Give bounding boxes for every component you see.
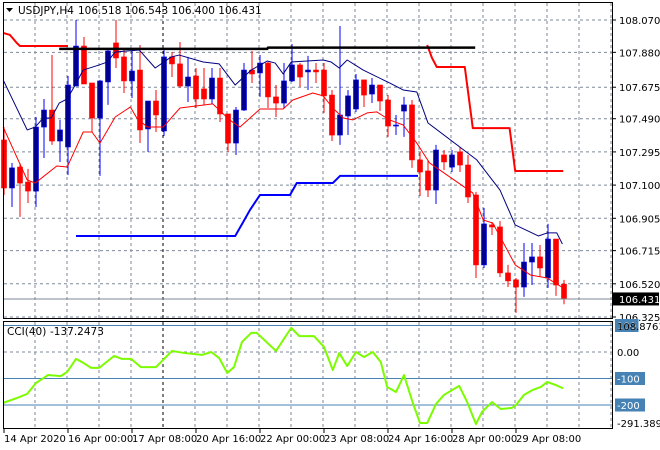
price-axis-label: 107.490 — [619, 115, 660, 126]
candle-body — [409, 104, 415, 161]
cci-axis-label: 0.00 — [617, 348, 639, 359]
candle-body — [121, 56, 127, 82]
candle-body — [289, 64, 295, 82]
candle-body — [417, 159, 423, 173]
price-axis-label: 107.295 — [619, 148, 660, 159]
price-axis-label: 107.675 — [619, 83, 660, 94]
candle-body — [297, 64, 303, 78]
candle-body — [441, 154, 447, 163]
candle-body — [385, 99, 391, 127]
candle-body — [305, 69, 311, 73]
trading-chart[interactable]: 108.070 107.880 107.675 107.490 107.295 107.1… — [0, 0, 660, 450]
candle-body — [545, 238, 551, 279]
candle-body — [209, 77, 215, 100]
candle-body — [81, 45, 87, 85]
candle-body — [313, 69, 319, 73]
time-axis-label: 23 Apr 08:00 — [324, 434, 389, 445]
bearish-candle — [329, 89, 335, 142]
candle-body — [457, 151, 463, 166]
time-axis-label: 22 Apr 00:00 — [260, 434, 325, 445]
candle-body — [105, 50, 111, 83]
bullish-candle — [353, 73, 359, 112]
candle-body — [513, 279, 519, 288]
candle-body — [281, 80, 287, 104]
time-axis-label: 17 Apr 08:00 — [132, 434, 197, 445]
candle-body — [177, 63, 183, 87]
candle-body — [113, 42, 119, 59]
time-axis-label: 20 Apr 16:00 — [196, 434, 261, 445]
time-axis-label: 16 Apr 00:00 — [68, 434, 133, 445]
price-axis-label: 106.905 — [619, 214, 660, 225]
candle-body — [465, 164, 471, 198]
price-axis-label: 106.715 — [619, 247, 660, 258]
candle-body — [241, 69, 247, 111]
candle-body — [377, 84, 383, 102]
candle-body — [553, 238, 559, 286]
candle-body — [425, 170, 431, 191]
price-axis-label: 106.520 — [619, 280, 660, 291]
candle-body — [361, 79, 367, 96]
price-axis-label: 107.100 — [619, 181, 660, 192]
candle-body — [337, 114, 343, 136]
candle-body — [161, 56, 167, 132]
candle-body — [369, 84, 375, 95]
candle-body — [49, 109, 55, 142]
time-axis-label: 24 Apr 16:00 — [388, 434, 453, 445]
candle-body — [9, 167, 15, 189]
price-axis-label: 107.880 — [619, 48, 660, 59]
candle-body — [433, 149, 439, 191]
time-axis-label: 14 Apr 2020 — [4, 434, 66, 445]
candle-body — [193, 75, 199, 100]
candle-body — [321, 69, 327, 97]
candle-body — [25, 181, 31, 192]
candle-body — [505, 272, 511, 282]
candle-body — [353, 79, 359, 110]
candle-body — [97, 80, 103, 119]
candle-body — [449, 154, 455, 168]
time-axis-label: 28 Apr 00:00 — [452, 434, 517, 445]
price-axis-label: 108.070 — [619, 16, 660, 27]
bullish-candle — [241, 63, 247, 112]
cci-axis-label: -291.3894 — [617, 419, 660, 430]
candle-body — [233, 109, 239, 144]
candle-body — [145, 100, 151, 130]
candle-body — [529, 256, 535, 263]
candle-body — [345, 95, 351, 117]
cci-title: CCI(40) — [7, 326, 46, 338]
candle-body — [129, 70, 135, 82]
candle-body — [89, 82, 95, 119]
candle-body — [329, 94, 335, 136]
cci-axis-label: 108.8761 — [617, 322, 660, 333]
ohlc-values: 106.518 106.543 106.400 106.431 — [78, 5, 262, 17]
candle-body — [185, 76, 191, 87]
candle-body — [201, 88, 207, 100]
candle-body — [481, 223, 487, 266]
bearish-candle — [497, 221, 503, 278]
horizontal-level-line — [59, 46, 476, 51]
symbol-label: USDJPY,H4 — [18, 5, 74, 17]
current-price-label: 106.431 — [619, 295, 660, 306]
candle-body — [17, 166, 23, 184]
candle-body — [265, 62, 271, 98]
candle-body — [393, 124, 399, 127]
candle-body — [521, 261, 527, 288]
time-axis-label: 29 Apr 08:00 — [516, 434, 581, 445]
cci-level-label: -100 — [617, 375, 640, 386]
cci-level-label: -200 — [617, 401, 640, 412]
cci-current-value: -137.2473 — [50, 326, 104, 338]
candle-body — [401, 104, 407, 112]
candle-body — [57, 129, 63, 142]
candle-body — [153, 100, 159, 116]
candle-body — [561, 283, 567, 300]
candle-body — [537, 256, 543, 269]
candle-body — [273, 96, 279, 104]
